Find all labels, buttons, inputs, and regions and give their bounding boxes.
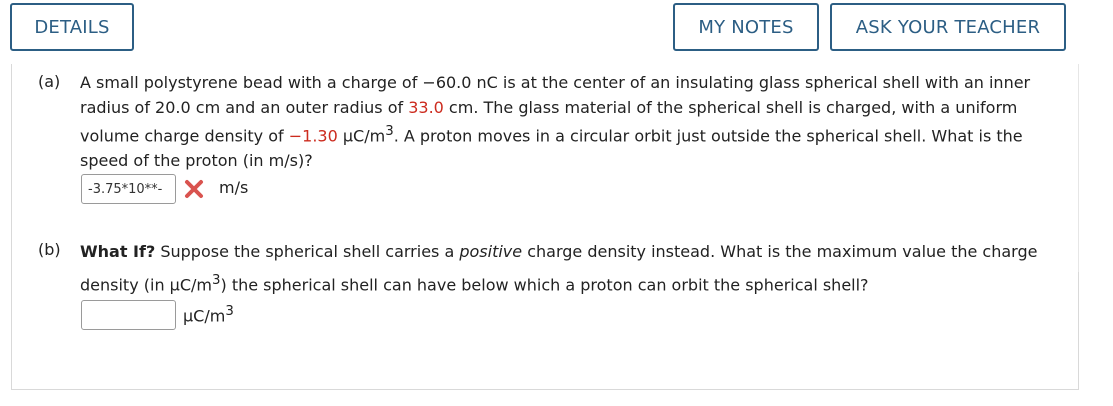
outer-radius-value: 33.0	[408, 97, 444, 117]
what-if-label: What If?	[80, 242, 156, 261]
ask-your-teacher-button[interactable]: ASK YOUR TEACHER	[830, 3, 1066, 51]
part-b-text-3: ) the spherical shell can have below whi…	[220, 275, 869, 295]
positive-word: positive	[459, 242, 523, 261]
part-b-text-1: Suppose the spherical shell carries a	[155, 242, 460, 261]
my-notes-button[interactable]: MY NOTES	[673, 3, 819, 51]
part-a-label: (a)	[38, 72, 61, 91]
part-a-exponent: 3	[385, 124, 394, 139]
part-b-answer-input[interactable]	[81, 300, 176, 330]
part-a-question: A small polystyrene bead with a charge o…	[80, 71, 1055, 173]
part-a-unit: m/s	[219, 178, 249, 197]
part-b-unit-base: µC/m	[183, 306, 226, 326]
part-b-question: What If? Suppose the spherical shell car…	[80, 237, 1055, 299]
header-bar: DETAILS MY NOTES ASK YOUR TEACHER	[0, 0, 1113, 62]
charge-density-value: −1.30	[288, 126, 338, 146]
details-button[interactable]: DETAILS	[10, 3, 134, 51]
part-a-answer-input[interactable]: -3.75*10**-	[81, 174, 176, 204]
incorrect-x-icon	[185, 180, 203, 198]
part-b-unit: µC/m3	[183, 304, 234, 325]
part-a-text-3: µC/m	[337, 126, 386, 146]
part-b-label: (b)	[38, 240, 61, 259]
part-b-unit-exponent: 3	[225, 304, 234, 319]
